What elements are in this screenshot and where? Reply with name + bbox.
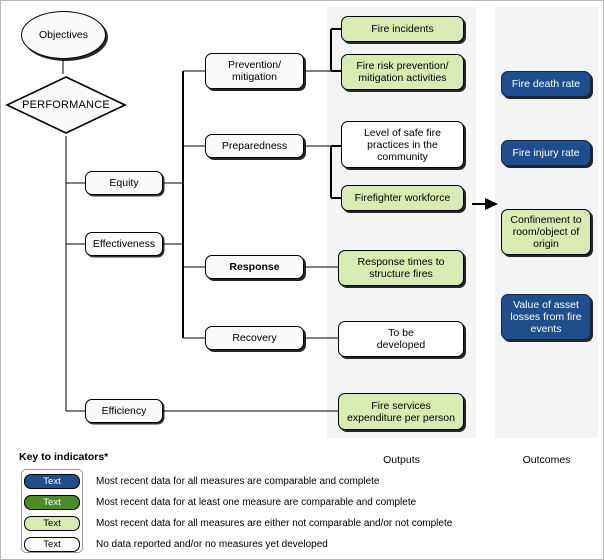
performance-label: PERFORMANCE <box>22 99 110 111</box>
output-fire-risk-prevention-activities[interactable]: Fire risk prevention/mitigation activiti… <box>341 54 464 90</box>
legend-text-dark-green: Most recent data for at least one measur… <box>96 497 417 508</box>
activity-recovery-label: Recovery <box>232 332 277 344</box>
dimension-equity-label: Equity <box>109 177 139 189</box>
legend-row: Text Most recent data for all measures a… <box>21 513 601 534</box>
activity-prevention-mitigation-label: Prevention/mitigation <box>227 59 282 83</box>
legend-swatch-blue-label: Text <box>43 476 61 487</box>
legend-swatch-white-label: Text <box>43 539 61 550</box>
outputs-column-caption: Outputs <box>383 454 420 466</box>
outcome-value-of-asset-losses[interactable]: Value of asset losses from fire events <box>501 294 591 340</box>
outcome-value-of-asset-losses-label: Value of asset losses from fire events <box>510 299 582 335</box>
dimension-efficiency[interactable]: Efficiency <box>85 399 163 423</box>
output-fire-risk-prevention-activities-label: Fire risk prevention/mitigation activiti… <box>356 60 449 84</box>
legend-title: Key to indicators* <box>19 451 109 463</box>
output-fire-services-expenditure-label: Fire services expenditure per person <box>347 399 455 424</box>
objectives-node[interactable]: Objectives <box>21 11 106 59</box>
legend-swatch-light-green: Text <box>24 516 80 531</box>
output-firefighter-workforce-label: Firefighter workforce <box>354 192 451 204</box>
outcome-fire-death-rate[interactable]: Fire death rate <box>501 71 591 97</box>
legend-row: Text No data reported and/or no measures… <box>21 534 601 555</box>
activity-prevention-mitigation[interactable]: Prevention/mitigation <box>205 53 304 89</box>
output-level-of-safe-fire-practices-label: Level of safe fire practices in the commun… <box>363 126 442 163</box>
legend-swatch-dark-green: Text <box>24 495 80 510</box>
outcome-confinement-label: Confinement to room/object of origin <box>510 214 582 250</box>
objectives-label: Objectives <box>38 29 89 41</box>
legend-row: Text Most recent data for all measures a… <box>21 471 601 492</box>
activity-response-label: Response <box>229 261 280 273</box>
output-fire-incidents[interactable]: Fire incidents <box>341 16 464 42</box>
dimension-effectiveness[interactable]: Effectiveness <box>85 232 163 256</box>
legend-text-blue: Most recent data for all measures are co… <box>96 476 380 487</box>
legend-text-white: No data reported and/or no measures yet … <box>96 539 328 550</box>
output-level-of-safe-fire-practices[interactable]: Level of safe fire practices in the commun… <box>341 121 464 168</box>
output-to-be-developed[interactable]: To be developed <box>338 321 464 357</box>
outcome-fire-injury-rate[interactable]: Fire injury rate <box>501 140 591 166</box>
legend-text-light-green: Most recent data for all measures are ei… <box>96 518 453 529</box>
legend-swatch-white: Text <box>24 537 80 552</box>
legend-row: Text Most recent data for at least one m… <box>21 492 601 513</box>
dimension-efficiency-label: Efficiency <box>101 405 147 417</box>
legend-swatch-light-green-label: Text <box>43 518 61 529</box>
performance-node[interactable]: PERFORMANCE <box>4 74 128 136</box>
legend-swatch-dark-green-label: Text <box>43 497 61 508</box>
legend-swatch-blue: Text <box>24 474 80 489</box>
outcome-confinement-to-room-object-of-origin[interactable]: Confinement to room/object of origin <box>501 209 591 255</box>
outcome-fire-death-rate-label: Fire death rate <box>511 78 581 90</box>
dimension-effectiveness-label: Effectiveness <box>92 238 156 250</box>
outcome-fire-injury-rate-label: Fire injury rate <box>512 147 580 159</box>
output-to-be-developed-label: To be developed <box>376 327 426 351</box>
output-fire-services-expenditure[interactable]: Fire services expenditure per person <box>338 393 464 430</box>
outcomes-column-caption: Outcomes <box>522 454 571 466</box>
activity-recovery[interactable]: Recovery <box>205 326 304 350</box>
output-firefighter-workforce[interactable]: Firefighter workforce <box>341 185 464 211</box>
activity-preparedness[interactable]: Preparedness <box>205 134 304 158</box>
output-fire-incidents-label: Fire incidents <box>371 23 434 35</box>
performance-indicator-framework-diagram: Objectives PERFORMANCE Equity Effectiven… <box>0 0 604 560</box>
output-response-times-label: Response times to structure fires <box>357 256 445 280</box>
activity-preparedness-label: Preparedness <box>221 140 288 152</box>
dimension-equity[interactable]: Equity <box>85 171 163 195</box>
activity-response[interactable]: Response <box>205 255 304 279</box>
output-response-times[interactable]: Response times to structure fires <box>338 250 464 286</box>
